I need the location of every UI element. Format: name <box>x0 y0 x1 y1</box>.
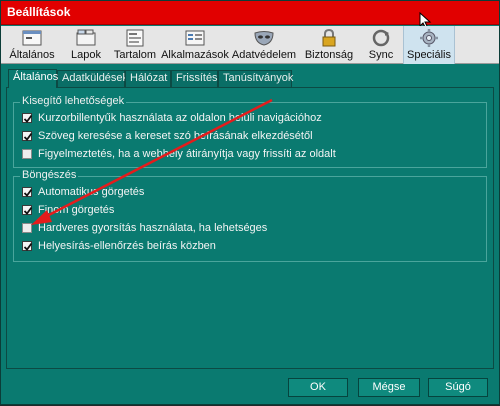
browsing-group-title: Böngészés <box>20 169 79 181</box>
lock-icon <box>322 28 336 47</box>
toolbar-advanced[interactable]: Speciális <box>403 26 455 64</box>
tab-general[interactable]: Általános <box>8 69 58 88</box>
checkbox-checked[interactable] <box>22 131 33 141</box>
gear-icon <box>420 29 438 47</box>
ok-button[interactable]: OK <box>288 378 348 397</box>
content-icon <box>126 29 144 47</box>
toolbar-tabs[interactable]: Lapok <box>63 26 109 64</box>
applications-icon <box>185 30 205 46</box>
option-label: Helyesírás-ellenőrzés beírás közben <box>38 240 216 252</box>
option-label: Finom görgetés <box>38 204 115 216</box>
toolbar-security-label: Biztonság <box>304 49 354 61</box>
toolbar-privacy-label: Adatvédelem <box>231 49 297 61</box>
tab-network[interactable]: Hálózat <box>125 70 171 87</box>
toolbar-content[interactable]: Tartalom <box>111 26 159 64</box>
preferences-window: Beállítások Általános Lapok Tartalom Alk… <box>0 0 500 405</box>
toolbar-applications-label: Alkalmazások <box>161 49 229 61</box>
checkbox-checked[interactable] <box>22 241 33 251</box>
window-title: Beállítások <box>7 5 71 19</box>
checkbox-checked[interactable] <box>22 205 33 215</box>
toolbar-sync[interactable]: Sync <box>361 26 401 64</box>
toolbar-applications[interactable]: Alkalmazások <box>161 26 229 64</box>
toolbar-general[interactable]: Általános <box>3 26 61 64</box>
preferences-toolbar: Általános Lapok Tartalom Alkalmazások Ad… <box>1 26 499 64</box>
cancel-button[interactable]: Mégse <box>358 378 420 397</box>
checkbox-unchecked[interactable] <box>22 149 32 159</box>
help-button[interactable]: Súgó <box>428 378 488 397</box>
toolbar-privacy[interactable]: Adatvédelem <box>231 26 297 64</box>
toolbar-security[interactable]: Biztonság <box>299 26 359 64</box>
tab-update[interactable]: Frissítés <box>171 70 218 87</box>
option-label: Automatikus görgetés <box>38 186 145 198</box>
checkbox-checked[interactable] <box>22 187 33 197</box>
title-bar[interactable]: Beállítások <box>1 1 499 30</box>
toolbar-content-label: Tartalom <box>113 49 157 61</box>
toolbar-tabs-label: Lapok <box>71 49 101 61</box>
tab-certificates[interactable]: Tanúsítványok <box>218 70 293 87</box>
browsing-group: Böngészés Automatikus görgetés Finom gör… <box>13 169 487 262</box>
toolbar-general-label: Általános <box>9 49 55 61</box>
option-label: Hardveres gyorsítás használata, ha lehet… <box>38 222 268 234</box>
option-label: Szöveg keresése a kereset szó beírásának… <box>38 130 313 142</box>
checkbox-unchecked[interactable] <box>22 223 32 233</box>
switch-icon <box>22 30 42 46</box>
accessibility-group: Kisegítő lehetőségek Kurzorbillentyűk ha… <box>13 95 487 168</box>
toolbar-sync-label: Sync <box>368 49 394 61</box>
tabs-icon <box>76 29 96 46</box>
general-tab-panel: Kisegítő lehetőségek Kurzorbillentyűk ha… <box>6 87 494 369</box>
privacy-mask-icon <box>254 31 274 46</box>
toolbar-advanced-label: Speciális <box>406 49 452 61</box>
tab-data-choices[interactable]: Adatküldések <box>57 70 128 87</box>
option-label: Figyelmeztetés, ha a webhely átirányítja… <box>38 148 336 160</box>
option-label: Kurzorbillentyűk használata az oldalon b… <box>38 112 322 124</box>
checkbox-checked[interactable] <box>22 113 33 123</box>
sync-icon <box>372 29 390 47</box>
accessibility-group-title: Kisegítő lehetőségek <box>20 95 127 107</box>
